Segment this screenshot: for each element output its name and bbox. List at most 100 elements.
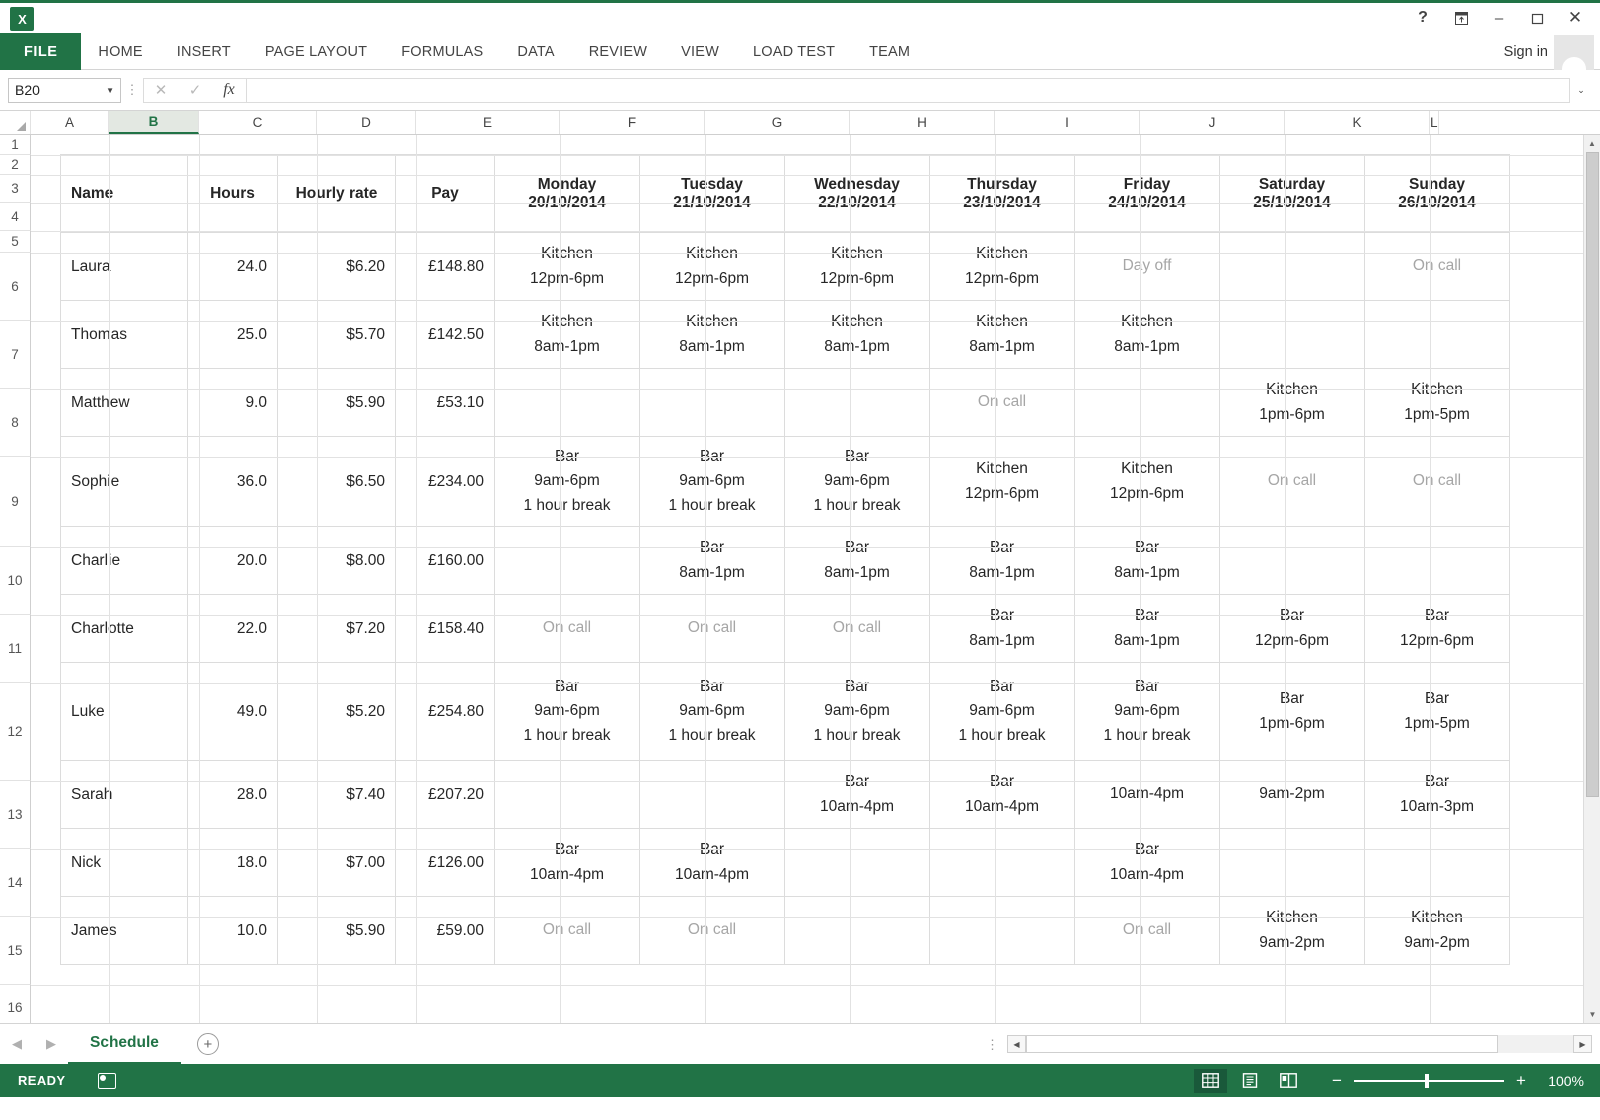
cell-shift[interactable] <box>1220 527 1365 595</box>
cell-rate[interactable]: $5.90 <box>278 897 396 965</box>
sign-in-button[interactable]: Sign in <box>1504 33 1548 70</box>
row-header-9[interactable]: 9 <box>0 457 31 547</box>
cell-shift[interactable]: On call <box>640 897 785 965</box>
vertical-scroll-thumb[interactable] <box>1586 152 1599 797</box>
table-row[interactable]: Nick18.0$7.00£126.00Bar10am-4pmBar10am-4… <box>61 829 1510 897</box>
maximize-icon[interactable] <box>1520 3 1554 33</box>
sheet-tab-schedule[interactable]: Schedule <box>68 1024 181 1064</box>
zoom-out-button[interactable]: − <box>1326 1071 1348 1091</box>
table-row[interactable]: Matthew9.0$5.90£53.10On callKitchen1pm-6… <box>61 369 1510 437</box>
cell-shift[interactable]: Kitchen8am-1pm <box>495 301 640 369</box>
cell-pay[interactable]: £148.80 <box>396 233 495 301</box>
cell-shift[interactable]: Kitchen12pm-6pm <box>1075 437 1220 527</box>
cell-rate[interactable]: $7.40 <box>278 761 396 829</box>
row-header-12[interactable]: 12 <box>0 683 31 781</box>
cell-shift[interactable]: Kitchen12pm-6pm <box>640 233 785 301</box>
cell-shift[interactable] <box>785 369 930 437</box>
cell-shift[interactable]: On call <box>1220 437 1365 527</box>
row-header-7[interactable]: 7 <box>0 321 31 389</box>
column-header-B[interactable]: B <box>109 111 199 134</box>
column-header-D[interactable]: D <box>317 111 416 134</box>
cell-shift[interactable] <box>930 829 1075 897</box>
cell-pay[interactable]: £59.00 <box>396 897 495 965</box>
horizontal-split-handle[interactable]: ⋮ <box>986 1041 1007 1048</box>
cell-shift[interactable] <box>1075 369 1220 437</box>
cell-name[interactable]: Laura <box>61 233 188 301</box>
cell-shift[interactable]: Kitchen12pm-6pm <box>495 233 640 301</box>
column-header-F[interactable]: F <box>560 111 705 134</box>
avatar[interactable] <box>1554 35 1594 70</box>
column-header-K[interactable]: K <box>1285 111 1430 134</box>
cell-name[interactable]: Luke <box>61 663 188 761</box>
cell-hours[interactable]: 9.0 <box>188 369 278 437</box>
enter-icon[interactable]: ✓ <box>178 81 212 99</box>
cell-shift[interactable]: On call <box>640 595 785 663</box>
cell-name[interactable]: James <box>61 897 188 965</box>
row-header-4[interactable]: 4 <box>0 203 31 231</box>
cell-shift[interactable]: Bar9am-6pm1 hour break <box>785 437 930 527</box>
cell-shift[interactable] <box>930 897 1075 965</box>
page-break-view-icon[interactable] <box>1272 1069 1305 1093</box>
cell-shift[interactable] <box>785 897 930 965</box>
row-header-14[interactable]: 14 <box>0 849 31 917</box>
cell-shift[interactable]: Bar8am-1pm <box>930 595 1075 663</box>
cell-shift[interactable]: Bar10am-4pm <box>930 761 1075 829</box>
scroll-right-icon[interactable]: ▶ <box>1573 1035 1592 1053</box>
row-header-13[interactable]: 13 <box>0 781 31 849</box>
cell-shift[interactable]: Kitchen12pm-6pm <box>930 233 1075 301</box>
cell-hours[interactable]: 24.0 <box>188 233 278 301</box>
cell-shift[interactable]: Bar1pm-5pm <box>1365 663 1510 761</box>
cell-pay[interactable]: £160.00 <box>396 527 495 595</box>
cell-rate[interactable]: $5.90 <box>278 369 396 437</box>
previous-sheet-icon[interactable]: ◀ <box>0 1036 34 1052</box>
scroll-up-icon[interactable]: ▲ <box>1584 135 1600 152</box>
cell-shift[interactable]: On call <box>785 595 930 663</box>
cell-shift[interactable]: 9am-2pm <box>1220 761 1365 829</box>
column-header-I[interactable]: I <box>995 111 1140 134</box>
column-header-A[interactable]: A <box>31 111 109 134</box>
cell-shift[interactable]: Bar8am-1pm <box>930 527 1075 595</box>
ribbon-display-options-icon[interactable] <box>1444 3 1478 33</box>
cell-name[interactable]: Charlie <box>61 527 188 595</box>
ribbon-tab-file[interactable]: FILE <box>0 33 81 70</box>
cell-shift[interactable]: On call <box>495 595 640 663</box>
column-header-E[interactable]: E <box>416 111 560 134</box>
cell-name[interactable]: Sophie <box>61 437 188 527</box>
cell-rate[interactable]: $7.00 <box>278 829 396 897</box>
cell-rate[interactable]: $5.20 <box>278 663 396 761</box>
cell-shift[interactable] <box>495 527 640 595</box>
cell-shift[interactable]: Kitchen12pm-6pm <box>930 437 1075 527</box>
row-header-15[interactable]: 15 <box>0 917 31 985</box>
cell-shift[interactable]: Bar8am-1pm <box>1075 527 1220 595</box>
column-header-G[interactable]: G <box>705 111 850 134</box>
insert-function-icon[interactable]: fx <box>212 81 246 99</box>
cell-rate[interactable]: $6.50 <box>278 437 396 527</box>
cell-name[interactable]: Sarah <box>61 761 188 829</box>
cell-hours[interactable]: 36.0 <box>188 437 278 527</box>
cell-shift[interactable]: Kitchen12pm-6pm <box>785 233 930 301</box>
cell-shift[interactable] <box>1220 829 1365 897</box>
help-icon[interactable]: ? <box>1406 3 1440 33</box>
normal-view-icon[interactable] <box>1194 1069 1227 1093</box>
close-icon[interactable]: ✕ <box>1558 3 1592 33</box>
cell-pay[interactable]: £142.50 <box>396 301 495 369</box>
cell-shift[interactable]: On call <box>1365 437 1510 527</box>
table-row[interactable]: Sophie36.0$6.50£234.00Bar9am-6pm1 hour b… <box>61 437 1510 527</box>
horizontal-scroll-track[interactable] <box>1026 1035 1573 1053</box>
cell-name[interactable]: Nick <box>61 829 188 897</box>
ribbon-tab-insert[interactable]: INSERT <box>160 33 248 70</box>
table-row[interactable]: Charlie20.0$8.00£160.00Bar8am-1pmBar8am-… <box>61 527 1510 595</box>
cell-name[interactable]: Matthew <box>61 369 188 437</box>
cell-hours[interactable]: 10.0 <box>188 897 278 965</box>
cell-shift[interactable]: Bar10am-4pm <box>640 829 785 897</box>
horizontal-scroll-thumb[interactable] <box>1026 1035 1498 1053</box>
row-header-6[interactable]: 6 <box>0 253 31 321</box>
zoom-slider-thumb[interactable] <box>1425 1074 1429 1088</box>
cell-hours[interactable]: 28.0 <box>188 761 278 829</box>
cell-shift[interactable]: Bar8am-1pm <box>785 527 930 595</box>
zoom-control[interactable]: − + <box>1326 1071 1532 1091</box>
cell-rate[interactable]: $8.00 <box>278 527 396 595</box>
cell-shift[interactable] <box>640 369 785 437</box>
name-box[interactable]: B20 ▼ <box>8 78 121 103</box>
table-row[interactable]: Thomas25.0$5.70£142.50Kitchen8am-1pmKitc… <box>61 301 1510 369</box>
